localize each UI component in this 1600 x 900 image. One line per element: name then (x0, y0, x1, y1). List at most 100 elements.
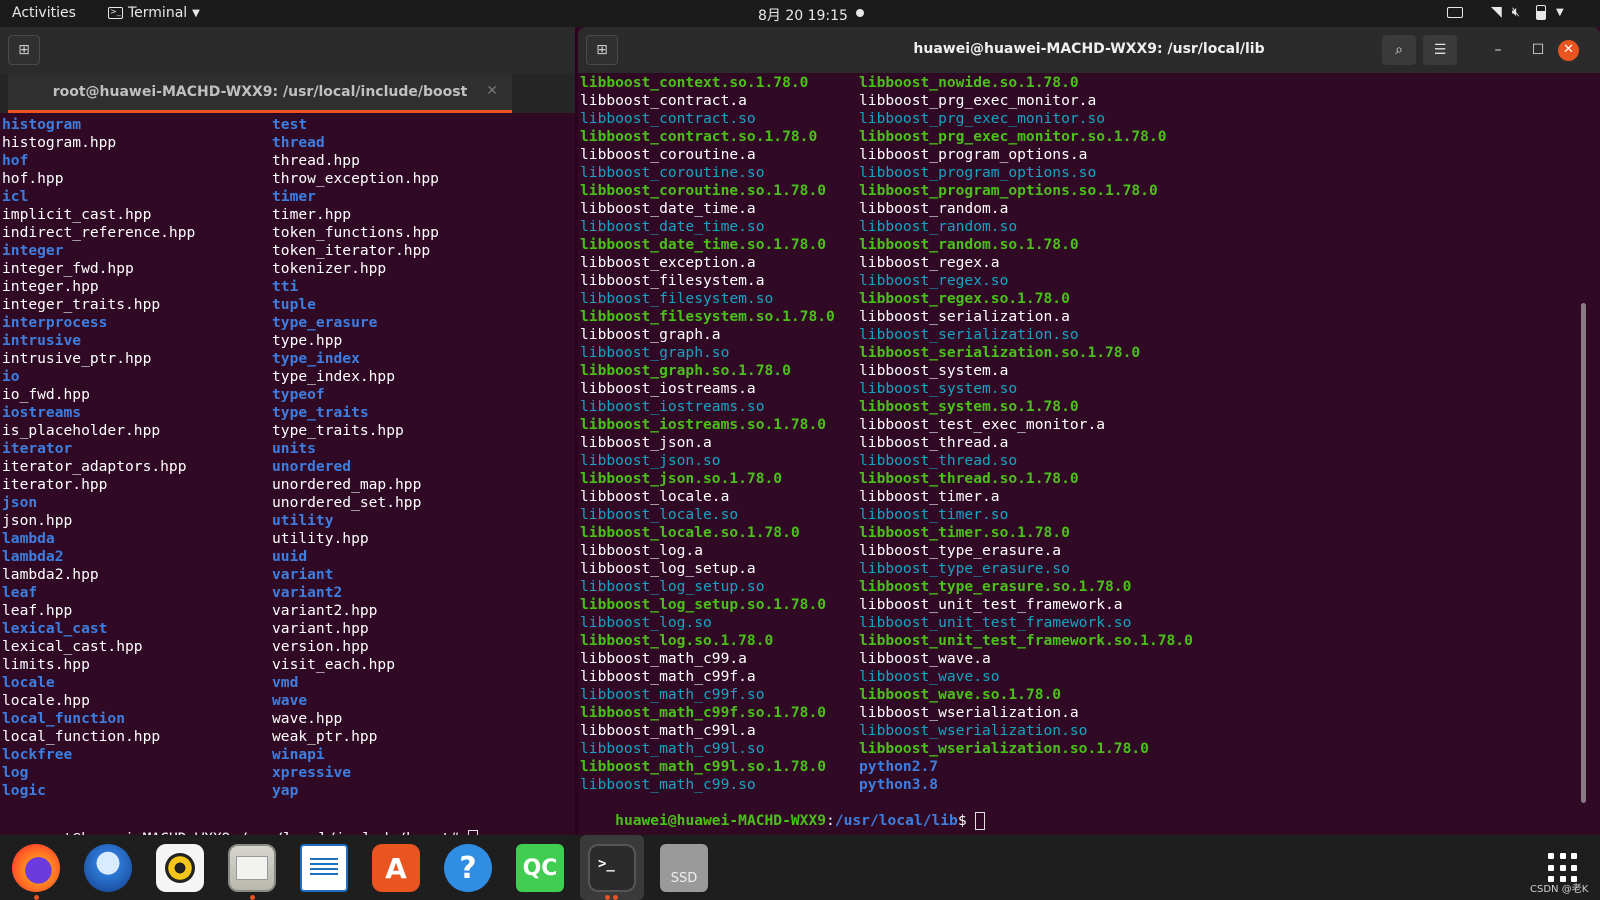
listing-entry: variant.hpp (272, 620, 369, 637)
search-icon[interactable]: ⌕ (1382, 35, 1416, 65)
listing-entry: libboost_thread.so (859, 452, 1018, 469)
right-terminal-window[interactable]: ⊞ huawei@huawei-MACHD-WXX9: /usr/local/l… (578, 27, 1600, 835)
listing-entry: lexical_cast.hpp (2, 638, 143, 655)
listing-entry: tuple (272, 296, 316, 313)
prompt-user-host: huawei@huawei-MACHD-WXX9 (615, 812, 827, 829)
listing-entry: libboost_graph.so.1.78.0 (580, 362, 791, 379)
tab-title: root@huawei-MACHD-WXX9: /usr/local/inclu… (52, 84, 468, 100)
listing-entry: local_function.hpp (2, 728, 161, 745)
text-cursor (975, 812, 986, 830)
listing-entry: wave (272, 692, 308, 709)
listing-entry: xpressive (272, 764, 352, 781)
files-icon[interactable] (228, 844, 276, 892)
listing-entry: unordered_map.hpp (272, 476, 422, 493)
listing-entry: limits.hpp (2, 656, 90, 673)
right-terminal-headerbar[interactable]: ⊞ huawei@huawei-MACHD-WXX9: /usr/local/l… (578, 27, 1600, 73)
hamburger-menu-icon[interactable]: ☰ (1423, 35, 1457, 65)
new-tab-icon[interactable]: ⊞ (8, 35, 40, 65)
listing-entry: libboost_thread.a (859, 434, 1009, 451)
listing-column-2: test thread thread.hpp throw_exception.hpp t… (272, 116, 439, 800)
listing-entry: test (272, 116, 308, 133)
listing-entry: local_function (2, 710, 126, 727)
listing-entry: libboost_unit_test_framework.a (859, 596, 1123, 613)
listing-entry: libboost_json.so (580, 452, 721, 469)
thunderbird-icon[interactable] (84, 844, 132, 892)
ssd-label: SSD (670, 871, 698, 886)
listing-entry: timer (272, 188, 316, 205)
terminal-icon[interactable]: >_ (588, 844, 636, 892)
listing-entry: hof (2, 152, 29, 169)
clock[interactable]: 8月 20 19:15 (758, 5, 848, 25)
listing-entry: winapi (272, 746, 325, 763)
show-applications-icon[interactable] (1548, 853, 1578, 883)
scrollbar[interactable] (1581, 303, 1586, 803)
software-icon[interactable]: A (372, 844, 420, 892)
ssd-drive-icon[interactable]: SSD (660, 844, 708, 892)
listing-entry: libboost_prg_exec_monitor.so (859, 110, 1106, 127)
system-menu-chevron-icon[interactable]: ▼ (1556, 7, 1564, 18)
listing-entry: is_placeholder.hpp (2, 422, 161, 439)
volume-icon[interactable]: 🔇︎ (1512, 5, 1520, 20)
listing-entry: libboost_wave.a (859, 650, 991, 667)
listing-entry: yap (272, 782, 299, 799)
firefox-icon[interactable] (12, 844, 60, 892)
listing-entry: lexical_cast (2, 620, 108, 637)
listing-entry: libboost_wserialization.so (859, 722, 1088, 739)
listing-entry: libboost_regex.so (859, 272, 1009, 289)
close-window-icon[interactable]: ✕ (1558, 40, 1579, 61)
listing-entry: libboost_system.so (859, 380, 1018, 397)
listing-entry: libboost_locale.so.1.78.0 (580, 524, 800, 541)
help-icon[interactable]: ? (444, 844, 492, 892)
listing-entry: libboost_nowide.so.1.78.0 (859, 74, 1079, 91)
keyboard-icon[interactable] (1447, 6, 1463, 18)
listing-entry: libboost_math_c99f.so.1.78.0 (580, 704, 827, 721)
running-indicator (250, 895, 255, 900)
listing-entry: libboost_iostreams.so.1.78.0 (580, 416, 827, 433)
dock: A ? QC >_ SSD (0, 835, 1600, 900)
left-terminal-headerbar[interactable]: ⊞ (0, 27, 575, 73)
listing-entry: libboost_log_setup.so (580, 578, 765, 595)
listing-entry: libboost_timer.a (859, 488, 1000, 505)
listing-entry: libboost_math_c99l.a (580, 722, 756, 739)
listing-entry: variant2.hpp (272, 602, 378, 619)
minimize-icon[interactable]: – (1488, 40, 1508, 60)
close-tab-icon[interactable]: ✕ (486, 83, 498, 99)
rhythmbox-icon[interactable] (156, 844, 204, 892)
system-tray[interactable]: ◥ 🔇︎ ▼ (1447, 4, 1564, 20)
listing-entry: icl (2, 188, 29, 205)
battery-icon[interactable] (1535, 4, 1546, 20)
left-terminal-window[interactable]: ⊞ root@huawei-MACHD-WXX9: /usr/local/inc… (0, 27, 575, 848)
writer-icon[interactable] (300, 844, 348, 892)
qtcreator-icon[interactable]: QC (516, 844, 564, 892)
app-menu[interactable]: >_ Terminal ▼ (108, 5, 200, 21)
tab-bar: root@huawei-MACHD-WXX9: /usr/local/inclu… (0, 73, 575, 113)
listing-entry: libboost_log_setup.a (580, 560, 756, 577)
listing-entry: libboost_prg_exec_monitor.a (859, 92, 1097, 109)
wifi-icon[interactable]: ◥ (1491, 4, 1502, 20)
listing-entry: libboost_contract.so.1.78.0 (580, 128, 818, 145)
listing-entry: libboost_math_c99.so (580, 776, 756, 793)
lib-listing-column-1: libboost_context.so.1.78.0 libboost_contr… (580, 74, 835, 794)
app-menu-label: Terminal (128, 5, 188, 21)
listing-entry: libboost_system.a (859, 362, 1009, 379)
listing-entry: libboost_exception.a (580, 254, 756, 271)
listing-entry: unordered_set.hpp (272, 494, 422, 511)
listing-entry: intrusive_ptr.hpp (2, 350, 152, 367)
listing-entry: lambda2 (2, 548, 64, 565)
listing-entry: thread (272, 134, 325, 151)
notification-dot (856, 9, 864, 17)
listing-entry: libboost_type_erasure.so (859, 560, 1070, 577)
activities-button[interactable]: Activities (12, 5, 76, 21)
listing-entry: timer.hpp (272, 206, 352, 223)
maximize-icon[interactable]: ☐ (1528, 40, 1548, 60)
listing-entry: wave.hpp (272, 710, 343, 727)
listing-entry: libboost_locale.a (580, 488, 730, 505)
running-indicator (34, 895, 39, 900)
listing-entry: variant2 (272, 584, 343, 601)
listing-entry: libboost_random.a (859, 200, 1009, 217)
listing-entry: iterator_adaptors.hpp (2, 458, 187, 475)
tab-boost[interactable]: root@huawei-MACHD-WXX9: /usr/local/inclu… (8, 73, 512, 113)
prompt-dollar: $ (957, 812, 976, 829)
listing-entry: integer_fwd.hpp (2, 260, 134, 277)
listing-entry: indirect_reference.hpp (2, 224, 196, 241)
